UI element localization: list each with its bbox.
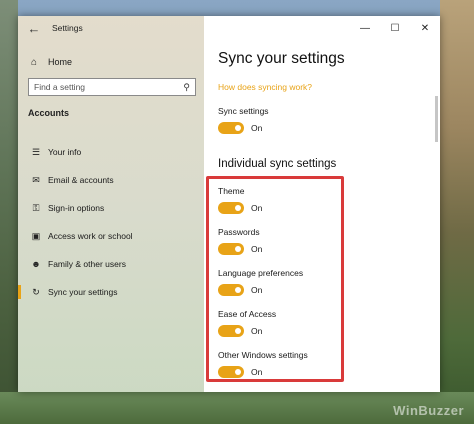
- sidebar-item-sign-in-options[interactable]: ⚿ Sign-in options: [18, 194, 204, 222]
- sidebar-item-label: Sync your settings: [48, 287, 118, 297]
- scrollbar[interactable]: [435, 96, 438, 142]
- close-icon[interactable]: ✕: [410, 16, 440, 40]
- sidebar-item-access-work-school[interactable]: ▣ Access work or school: [18, 222, 204, 250]
- sync-settings-setting: Sync settings On: [218, 106, 269, 134]
- home-label: Home: [48, 57, 73, 67]
- search-placeholder: Find a setting: [34, 82, 86, 92]
- sidebar-item-your-info[interactable]: ☰ Your info: [18, 138, 204, 166]
- sidebar-item-label: Family & other users: [48, 259, 126, 269]
- window-controls: — ☐ ✕: [350, 16, 440, 40]
- sidebar-item-label: Your info: [48, 147, 82, 157]
- sidebar: ← Settings ⌂ Home Find a setting ⚲ Accou…: [18, 16, 204, 392]
- section-label: Accounts: [28, 108, 70, 118]
- main-panel: — ☐ ✕ Sync your settings How does syncin…: [204, 16, 440, 392]
- search-input[interactable]: Find a setting ⚲: [28, 78, 196, 96]
- sidebar-item-label: Access work or school: [48, 231, 133, 241]
- sidebar-item-label: Sign-in options: [48, 203, 105, 213]
- minimize-icon[interactable]: —: [350, 16, 380, 40]
- desktop-wallpaper-right: [440, 0, 474, 424]
- settings-window: ← Settings ⌂ Home Find a setting ⚲ Accou…: [18, 16, 440, 392]
- key-icon: ⚿: [32, 202, 40, 213]
- briefcase-icon: ▣: [31, 230, 41, 241]
- sync-settings-toggle[interactable]: [218, 122, 244, 134]
- maximize-icon[interactable]: ☐: [380, 16, 410, 40]
- people-icon: ☻: [31, 259, 41, 269]
- setting-label: Sync settings: [218, 106, 269, 116]
- home-icon: ⌂: [30, 56, 38, 68]
- app-title: Settings: [52, 23, 83, 33]
- title-bar: ← Settings: [18, 16, 204, 40]
- desktop-wallpaper-left: [0, 0, 18, 424]
- watermark-logo: WinBuzzer: [393, 403, 464, 418]
- toggle-knob: [235, 125, 241, 131]
- help-link[interactable]: How does syncing work?: [218, 82, 312, 92]
- sidebar-item-family-users[interactable]: ☻ Family & other users: [18, 250, 204, 278]
- sidebar-item-sync-settings[interactable]: ↻ Sync your settings: [18, 278, 204, 306]
- sync-icon: ↻: [32, 286, 40, 297]
- highlight-annotation-box: [206, 176, 344, 382]
- back-arrow-icon[interactable]: ←: [22, 16, 46, 40]
- toggle-state: On: [251, 123, 263, 133]
- mail-icon: ✉: [32, 174, 40, 185]
- search-icon[interactable]: ⚲: [183, 82, 190, 93]
- person-card-icon: ☰: [31, 146, 41, 157]
- sidebar-nav: ☰ Your info ✉ Email & accounts ⚿ Sign-in…: [18, 138, 204, 306]
- home-nav-item[interactable]: ⌂ Home: [26, 52, 196, 72]
- toggle-row: On: [218, 122, 269, 134]
- sidebar-item-email-accounts[interactable]: ✉ Email & accounts: [18, 166, 204, 194]
- sidebar-item-label: Email & accounts: [48, 175, 114, 185]
- page-title: Sync your settings: [218, 50, 345, 67]
- section-heading: Individual sync settings: [218, 158, 337, 170]
